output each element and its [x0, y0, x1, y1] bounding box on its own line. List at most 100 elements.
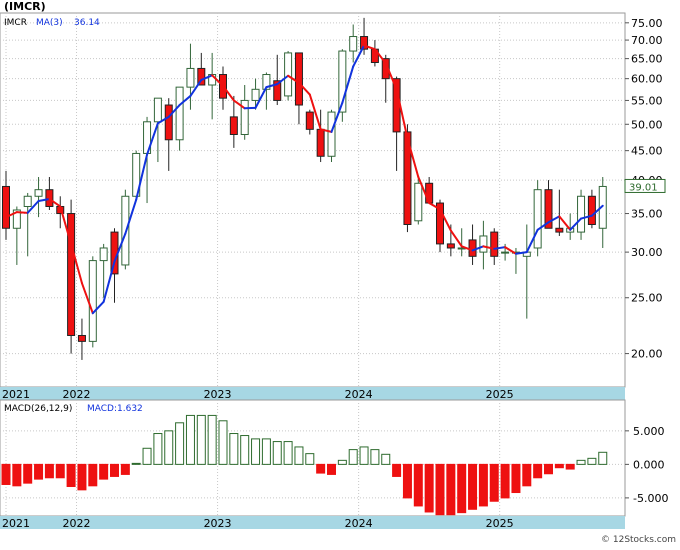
macd-bar: [186, 415, 194, 464]
candle-body: [350, 37, 357, 52]
candle-body: [230, 117, 237, 135]
price-tick-label: 45.00: [631, 145, 663, 158]
candle-body: [491, 232, 498, 256]
macd-legend-label: MACD(26,12,9): [4, 404, 72, 414]
watermark: © 12Stocks.com: [601, 535, 676, 545]
macd-x-tick-label: 2025: [486, 517, 514, 530]
macd-bar: [490, 464, 498, 501]
macd-bar: [338, 460, 346, 464]
candle-body: [24, 196, 31, 206]
macd-bar: [534, 464, 542, 477]
macd-bar: [555, 464, 563, 467]
macd-bar: [458, 464, 466, 512]
macd-bar: [349, 450, 357, 465]
candle-body: [588, 196, 595, 224]
price-x-tick-label: 2022: [63, 388, 91, 401]
candle-body: [165, 105, 172, 140]
macd-bar: [2, 464, 10, 484]
macd-tick-label: 5.000: [633, 425, 665, 438]
macd-bar: [436, 464, 444, 514]
macd-bar: [545, 464, 553, 473]
candle-body: [78, 335, 85, 341]
macd-x-tick-label: 2024: [345, 517, 373, 530]
macd-bar: [501, 464, 509, 498]
macd-bar: [577, 460, 585, 464]
ma-legend-label: MA(3): [36, 18, 63, 28]
macd-bar: [414, 464, 422, 506]
macd-bar: [132, 463, 140, 464]
macd-x-tick-label: 2021: [2, 517, 30, 530]
macd-bar: [24, 464, 32, 483]
price-x-tick-label: 2021: [2, 388, 30, 401]
price-x-tick-label: 2023: [204, 388, 232, 401]
macd-bar: [566, 464, 574, 469]
ma-legend-value: 36.14: [74, 18, 100, 28]
macd-x-tick-label: 2022: [63, 517, 91, 530]
chart-container: 75.0070.0065.0060.0055.0050.0045.0040.00…: [0, 0, 680, 546]
macd-tick-label: 0.000: [633, 458, 665, 471]
macd-bar: [78, 464, 86, 489]
candle-body: [469, 240, 476, 256]
macd-bar: [295, 447, 303, 464]
last-price-label: 39.01: [629, 182, 658, 193]
macd-bar: [523, 464, 531, 485]
macd-bar: [208, 415, 216, 464]
price-tick-label: 75.00: [631, 17, 663, 30]
price-tick-label: 70.00: [631, 34, 663, 47]
macd-bar: [360, 447, 368, 464]
ticker-legend: IMCR: [4, 18, 27, 28]
macd-bar: [479, 464, 487, 506]
macd-bar: [35, 464, 43, 479]
candle-body: [306, 112, 313, 129]
macd-bar: [382, 454, 390, 464]
candle-body: [295, 53, 302, 105]
candle-body: [556, 228, 563, 232]
macd-bar: [262, 439, 270, 464]
price-tick-label: 20.00: [631, 348, 663, 361]
macd-x-tick-label: 2023: [204, 517, 232, 530]
macd-bar: [165, 431, 173, 465]
macd-bar: [219, 421, 227, 465]
candle-body: [393, 79, 400, 132]
candle-body: [154, 98, 161, 122]
macd-bar: [230, 434, 238, 465]
candle-body: [285, 53, 292, 96]
macd-bar: [447, 464, 455, 514]
macd-bar: [317, 464, 325, 473]
candle-body: [252, 89, 259, 100]
macd-legend-value: MACD:1.632: [87, 404, 143, 414]
price-date-axis-band: [0, 387, 625, 400]
candle-body: [328, 112, 335, 156]
candle-body: [176, 87, 183, 140]
macd-bar: [252, 439, 260, 464]
macd-bar: [13, 464, 21, 485]
candle-body: [578, 196, 585, 232]
stock-chart: 75.0070.0065.0060.0055.0050.0045.0040.00…: [0, 0, 680, 546]
macd-date-axis-band: [0, 516, 625, 529]
candle-body: [187, 68, 194, 87]
macd-bar: [371, 450, 379, 465]
candle-body: [3, 186, 10, 228]
candle-body: [68, 214, 75, 336]
macd-bar: [154, 434, 162, 465]
macd-bar: [403, 464, 411, 498]
macd-bar: [45, 464, 53, 477]
macd-bar: [284, 442, 292, 465]
candle-body: [534, 190, 541, 248]
macd-bar: [89, 464, 97, 485]
macd-bar: [328, 464, 336, 474]
candle-body: [502, 252, 509, 253]
macd-bar: [197, 415, 205, 464]
candle-body: [317, 129, 324, 156]
price-x-tick-label: 2025: [486, 388, 514, 401]
ma-segment: [17, 212, 28, 213]
macd-bar: [176, 423, 184, 465]
candle-body: [426, 183, 433, 203]
price-tick-label: 60.00: [631, 73, 663, 86]
macd-bar: [273, 442, 281, 465]
macd-bar: [599, 452, 607, 464]
macd-bar: [121, 464, 129, 474]
candle-body: [100, 248, 107, 261]
price-tick-label: 25.00: [631, 292, 663, 305]
chart-title: (IMCR): [4, 0, 46, 13]
